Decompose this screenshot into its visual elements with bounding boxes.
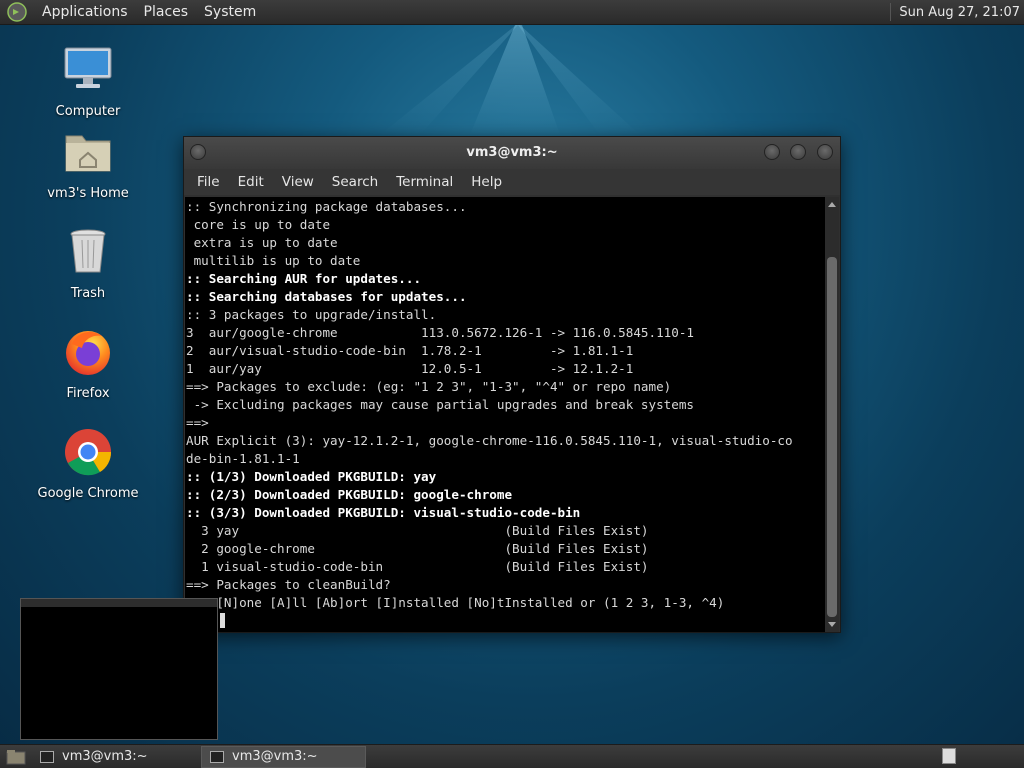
desktop-icon-label: Firefox: [66, 386, 110, 401]
terminal-line: multilib is up to date: [186, 253, 361, 268]
panel-separator: [890, 3, 892, 21]
scrollbar-thumb[interactable]: [827, 257, 837, 617]
chrome-icon: [65, 429, 112, 476]
menu-search[interactable]: Search: [323, 174, 387, 190]
terminal-line: 3 yay (Build Files Exist): [186, 523, 649, 538]
window-title: vm3@vm3:~: [466, 145, 558, 160]
terminal-line: :: 3 packages to upgrade/install.: [186, 307, 437, 322]
terminal-output[interactable]: :: Synchronizing package databases... co…: [185, 197, 825, 632]
menu-file[interactable]: File: [188, 174, 229, 190]
desktop-icon-computer[interactable]: Computer: [33, 44, 143, 119]
desktop-icon-label: Computer: [55, 104, 121, 119]
terminal-line: AUR Explicit (3): yay-12.1.2-1, google-c…: [186, 433, 793, 448]
terminal-line: 1 aur/yay 12.0.5-1 -> 12.1.2-1: [186, 361, 634, 376]
applications-menu[interactable]: Applications: [34, 0, 136, 25]
terminal-line: de-bin-1.81.1-1: [186, 451, 300, 466]
close-button[interactable]: [817, 144, 833, 160]
menu-help[interactable]: Help: [462, 174, 511, 190]
desktop-icon-firefox[interactable]: Firefox: [33, 326, 143, 401]
window-preview-thumbnail[interactable]: [20, 598, 218, 740]
terminal-line: 2 aur/visual-studio-code-bin 1.78.2-1 ->…: [186, 343, 634, 358]
terminal-line: extra is up to date: [186, 235, 338, 250]
menu-edit[interactable]: Edit: [229, 174, 273, 190]
terminal-line: :: Synchronizing package databases...: [186, 199, 467, 214]
terminal-line: ==>: [186, 415, 209, 430]
bottom-panel: vm3@vm3:~ vm3@vm3:~: [0, 744, 1024, 768]
terminal-icon: [210, 750, 224, 763]
taskbar-item-label: vm3@vm3:~: [62, 749, 148, 764]
terminal-line: ==> [N]one [A]ll [Ab]ort [I]nstalled [No…: [186, 595, 725, 610]
home-folder-icon: [65, 135, 111, 172]
desktop-icon-home[interactable]: vm3's Home: [33, 126, 143, 201]
desktop-icon-label: Trash: [70, 286, 106, 301]
maximize-button[interactable]: [790, 144, 806, 160]
terminal-line: :: Searching databases for updates...: [186, 289, 467, 304]
terminal-line: :: Searching AUR for updates...: [186, 271, 422, 286]
terminal-line: :: (3/3) Downloaded PKGBUILD: visual-stu…: [186, 505, 581, 520]
menu-terminal[interactable]: Terminal: [387, 174, 462, 190]
window-menu-button[interactable]: [190, 144, 206, 160]
workspace-switcher[interactable]: [942, 748, 956, 764]
terminal-line: 3 aur/google-chrome 113.0.5672.126-1 -> …: [186, 325, 694, 340]
computer-icon: [64, 47, 112, 88]
places-menu[interactable]: Places: [136, 0, 197, 25]
preview-menubar: [21, 599, 217, 607]
terminal-line: core is up to date: [186, 217, 331, 232]
terminal-line: ==> Packages to cleanBuild?: [186, 577, 391, 592]
show-desktop-icon[interactable]: [6, 749, 26, 765]
terminal-line: :: (2/3) Downloaded PKGBUILD: google-chr…: [186, 487, 513, 502]
scroll-up-arrow-icon[interactable]: [828, 202, 836, 207]
desktop-icon-label: vm3's Home: [47, 186, 129, 201]
trash-icon: [70, 229, 106, 273]
system-menu[interactable]: System: [196, 0, 264, 25]
taskbar-item[interactable]: vm3@vm3:~: [32, 746, 197, 768]
terminal-input-line[interactable]: [186, 612, 825, 630]
terminal-menubar: File Edit View Search Terminal Help: [184, 169, 840, 195]
terminal-line: ==> Packages to exclude: (eg: "1 2 3", "…: [186, 379, 672, 394]
terminal-icon: [40, 750, 54, 763]
desktop-icon-trash[interactable]: Trash: [33, 226, 143, 301]
scroll-down-arrow-icon[interactable]: [828, 622, 836, 627]
terminal-line: :: (1/3) Downloaded PKGBUILD: yay: [186, 469, 437, 484]
menu-view[interactable]: View: [273, 174, 323, 190]
minimize-button[interactable]: [764, 144, 780, 160]
taskbar-item-active[interactable]: vm3@vm3:~: [201, 745, 366, 768]
terminal-cursor: [220, 613, 225, 628]
top-panel: Applications Places System Sun Aug 27, 2…: [0, 0, 1024, 25]
terminal-line: 1 visual-studio-code-bin (Build Files Ex…: [186, 559, 649, 574]
window-titlebar[interactable]: vm3@vm3:~: [184, 137, 840, 169]
terminal-scrollbar[interactable]: [825, 197, 839, 632]
clock[interactable]: Sun Aug 27, 21:07: [899, 5, 1024, 20]
taskbar-item-label: vm3@vm3:~: [232, 749, 318, 764]
terminal-line: 2 google-chrome (Build Files Exist): [186, 541, 649, 556]
desktop-icon-label: Google Chrome: [37, 486, 139, 501]
terminal-line: -> Excluding packages may cause partial …: [186, 397, 694, 412]
mint-logo-icon[interactable]: [6, 1, 28, 23]
firefox-icon: [66, 331, 110, 375]
terminal-window[interactable]: vm3@vm3:~ File Edit View Search Terminal…: [183, 136, 841, 633]
desktop-icon-chrome[interactable]: Google Chrome: [33, 426, 143, 501]
